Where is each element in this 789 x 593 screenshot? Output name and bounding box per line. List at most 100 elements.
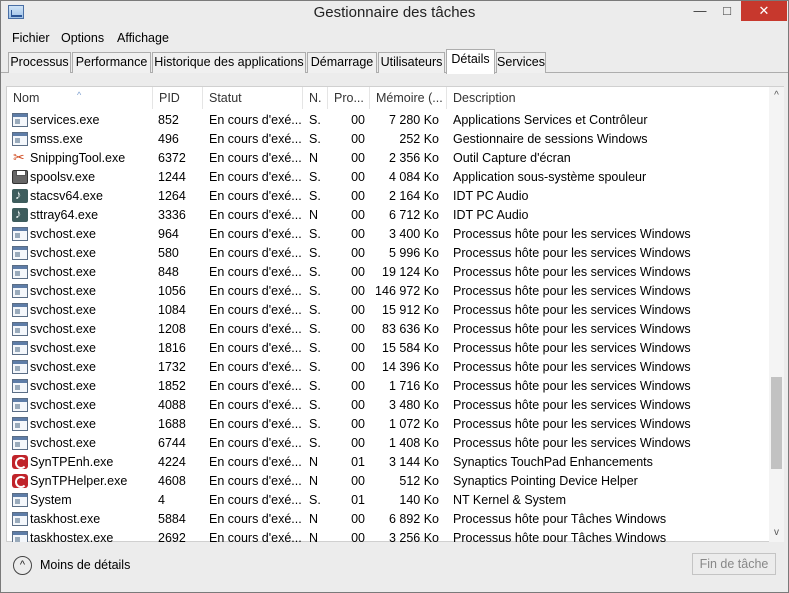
tab-services[interactable]: Services xyxy=(496,52,546,73)
table-row[interactable]: svchost.exe 1208 En cours d'exé... S. 00 83 6… xyxy=(7,320,769,339)
menu-affichage[interactable]: Affichage xyxy=(117,31,169,45)
table-row[interactable]: svchost.exe 1688 En cours d'exé... S. 00 1 07… xyxy=(7,415,769,434)
process-status: En cours d'exé... xyxy=(209,151,302,165)
table-row[interactable]: taskhost.exe 5884 En cours d'exé... N 00 6 89… xyxy=(7,510,769,529)
process-memory: 252 Ko xyxy=(399,132,439,146)
process-cpu: 01 xyxy=(351,493,365,507)
minimize-button[interactable]: — xyxy=(687,1,713,21)
table-row[interactable]: svchost.exe 848 En cours d'exé... S. 00 19 12… xyxy=(7,263,769,282)
process-name: SnippingTool.exe xyxy=(30,151,126,165)
close-button[interactable]: ✕ xyxy=(741,1,787,21)
column-processeur[interactable]: Pro... xyxy=(328,87,370,109)
table-row[interactable]: svchost.exe 1816 En cours d'exé... S. 00 15 5… xyxy=(7,339,769,358)
process-n: S. xyxy=(309,265,321,279)
column-pid[interactable]: PID xyxy=(153,87,203,109)
table-body: services.exe 852 En cours d'exé... S. 00 7 28… xyxy=(7,111,769,542)
process-n: N xyxy=(309,474,319,488)
process-pid: 6372 xyxy=(158,151,186,165)
table-row[interactable]: svchost.exe 6744 En cours d'exé... S. 00 1 40… xyxy=(7,434,769,453)
process-status: En cours d'exé... xyxy=(209,531,302,542)
tab-historique[interactable]: Historique des applications xyxy=(152,52,306,73)
process-name: svchost.exe xyxy=(30,227,97,241)
table-row[interactable]: SynTPEnh.exe 4224 En cours d'exé... N 01 3 14… xyxy=(7,453,769,472)
end-task-button[interactable]: Fin de tâche xyxy=(692,553,776,575)
process-name: svchost.exe xyxy=(30,303,97,317)
scroll-up-icon[interactable]: ^ xyxy=(769,88,784,104)
table-row[interactable]: services.exe 852 En cours d'exé... S. 00 7 28… xyxy=(7,111,769,130)
process-memory: 6 892 Ko xyxy=(388,512,439,526)
column-nom[interactable]: Nom ^ xyxy=(7,87,153,109)
process-memory: 3 256 Ko xyxy=(388,531,439,542)
process-cpu: 00 xyxy=(351,436,365,450)
process-pid: 1732 xyxy=(158,360,186,374)
process-pid: 4088 xyxy=(158,398,186,412)
task-manager-window: Gestionnaire des tâches — □ ✕ Fichier Op… xyxy=(0,0,789,593)
window-icon xyxy=(12,398,28,412)
table-row[interactable]: svchost.exe 1056 En cours d'exé... S. 00 146 … xyxy=(7,282,769,301)
process-n: S. xyxy=(309,113,321,127)
process-pid: 5884 xyxy=(158,512,186,526)
menu-options[interactable]: Options xyxy=(61,31,104,45)
table-row[interactable]: spoolsv.exe 1244 En cours d'exé... S. 00 4 08… xyxy=(7,168,769,187)
table-row[interactable]: sttray64.exe 3336 En cours d'exé... N 00 6 71… xyxy=(7,206,769,225)
process-pid: 1816 xyxy=(158,341,186,355)
table-row[interactable]: stacsv64.exe 1264 En cours d'exé... S. 00 2 1… xyxy=(7,187,769,206)
process-cpu: 00 xyxy=(351,417,365,431)
window-icon xyxy=(12,113,28,127)
tab-processus[interactable]: Processus xyxy=(8,52,71,73)
less-details-button[interactable]: ^ Moins de détails xyxy=(13,554,130,576)
process-description: Processus hôte pour les services Windows xyxy=(453,341,691,355)
process-cpu: 00 xyxy=(351,379,365,393)
process-n: S. xyxy=(309,303,321,317)
column-description[interactable]: Description xyxy=(447,87,769,109)
process-cpu: 01 xyxy=(351,455,365,469)
process-pid: 1084 xyxy=(158,303,186,317)
table-row[interactable]: smss.exe 496 En cours d'exé... S. 00 252 Ko Ge… xyxy=(7,130,769,149)
process-memory: 3 144 Ko xyxy=(388,455,439,469)
scroll-down-icon[interactable]: v xyxy=(769,525,784,541)
table-row[interactable]: SynTPHelper.exe 4608 En cours d'exé... N 00 5… xyxy=(7,472,769,491)
process-pid: 3336 xyxy=(158,208,186,222)
table-row[interactable]: SnippingTool.exe 6372 En cours d'exé... N 00… xyxy=(7,149,769,168)
table-row[interactable]: svchost.exe 1852 En cours d'exé... S. 00 1 71… xyxy=(7,377,769,396)
process-n: S. xyxy=(309,189,321,203)
window-icon xyxy=(12,265,28,279)
tab-performance[interactable]: Performance xyxy=(72,52,151,73)
process-description: Processus hôte pour les services Windows xyxy=(453,436,691,450)
table-row[interactable]: svchost.exe 1732 En cours d'exé... S. 00 14 3… xyxy=(7,358,769,377)
process-description: NT Kernel & System xyxy=(453,493,567,507)
title-bar[interactable]: Gestionnaire des tâches — □ ✕ xyxy=(1,1,788,26)
maximize-button[interactable]: □ xyxy=(714,1,740,21)
process-description: Processus hôte pour les services Windows xyxy=(453,322,691,336)
menu-fichier[interactable]: Fichier xyxy=(12,31,50,45)
process-cpu: 00 xyxy=(351,284,365,298)
process-cpu: 00 xyxy=(351,322,365,336)
tab-utilisateurs[interactable]: Utilisateurs xyxy=(378,52,445,73)
process-n: S. xyxy=(309,284,321,298)
table-row[interactable]: taskhostex.exe 2692 En cours d'exé... N 00 3 … xyxy=(7,529,769,542)
column-statut[interactable]: Statut xyxy=(203,87,303,109)
process-pid: 496 xyxy=(158,132,179,146)
process-status: En cours d'exé... xyxy=(209,398,302,412)
process-description: Gestionnaire de sessions Windows xyxy=(453,132,648,146)
table-row[interactable]: svchost.exe 580 En cours d'exé... S. 00 5 996… xyxy=(7,244,769,263)
details-table: Nom ^ PID Statut N. Pro... Mémoire (... … xyxy=(6,86,784,542)
process-memory: 7 280 Ko xyxy=(388,113,439,127)
column-n[interactable]: N. xyxy=(303,87,328,109)
process-n: S. xyxy=(309,132,321,146)
process-name: svchost.exe xyxy=(30,265,97,279)
process-pid: 1264 xyxy=(158,189,186,203)
process-cpu: 00 xyxy=(351,512,365,526)
table-row[interactable]: svchost.exe 4088 En cours d'exé... S. 00 3 48… xyxy=(7,396,769,415)
tab-demarrage[interactable]: Démarrage xyxy=(307,52,377,73)
vertical-scrollbar[interactable]: ^ v xyxy=(769,87,784,542)
process-cpu: 00 xyxy=(351,474,365,488)
scroll-thumb[interactable] xyxy=(771,377,782,469)
process-memory: 14 396 Ko xyxy=(382,360,439,374)
table-row[interactable]: System 4 En cours d'exé... S. 01 140 Ko NT Ker… xyxy=(7,491,769,510)
table-row[interactable]: svchost.exe 1084 En cours d'exé... S. 00 15 9… xyxy=(7,301,769,320)
column-memoire[interactable]: Mémoire (... xyxy=(370,87,447,109)
tab-details[interactable]: Détails xyxy=(446,49,495,74)
process-name: svchost.exe xyxy=(30,379,97,393)
table-row[interactable]: svchost.exe 964 En cours d'exé... S. 00 3 400… xyxy=(7,225,769,244)
